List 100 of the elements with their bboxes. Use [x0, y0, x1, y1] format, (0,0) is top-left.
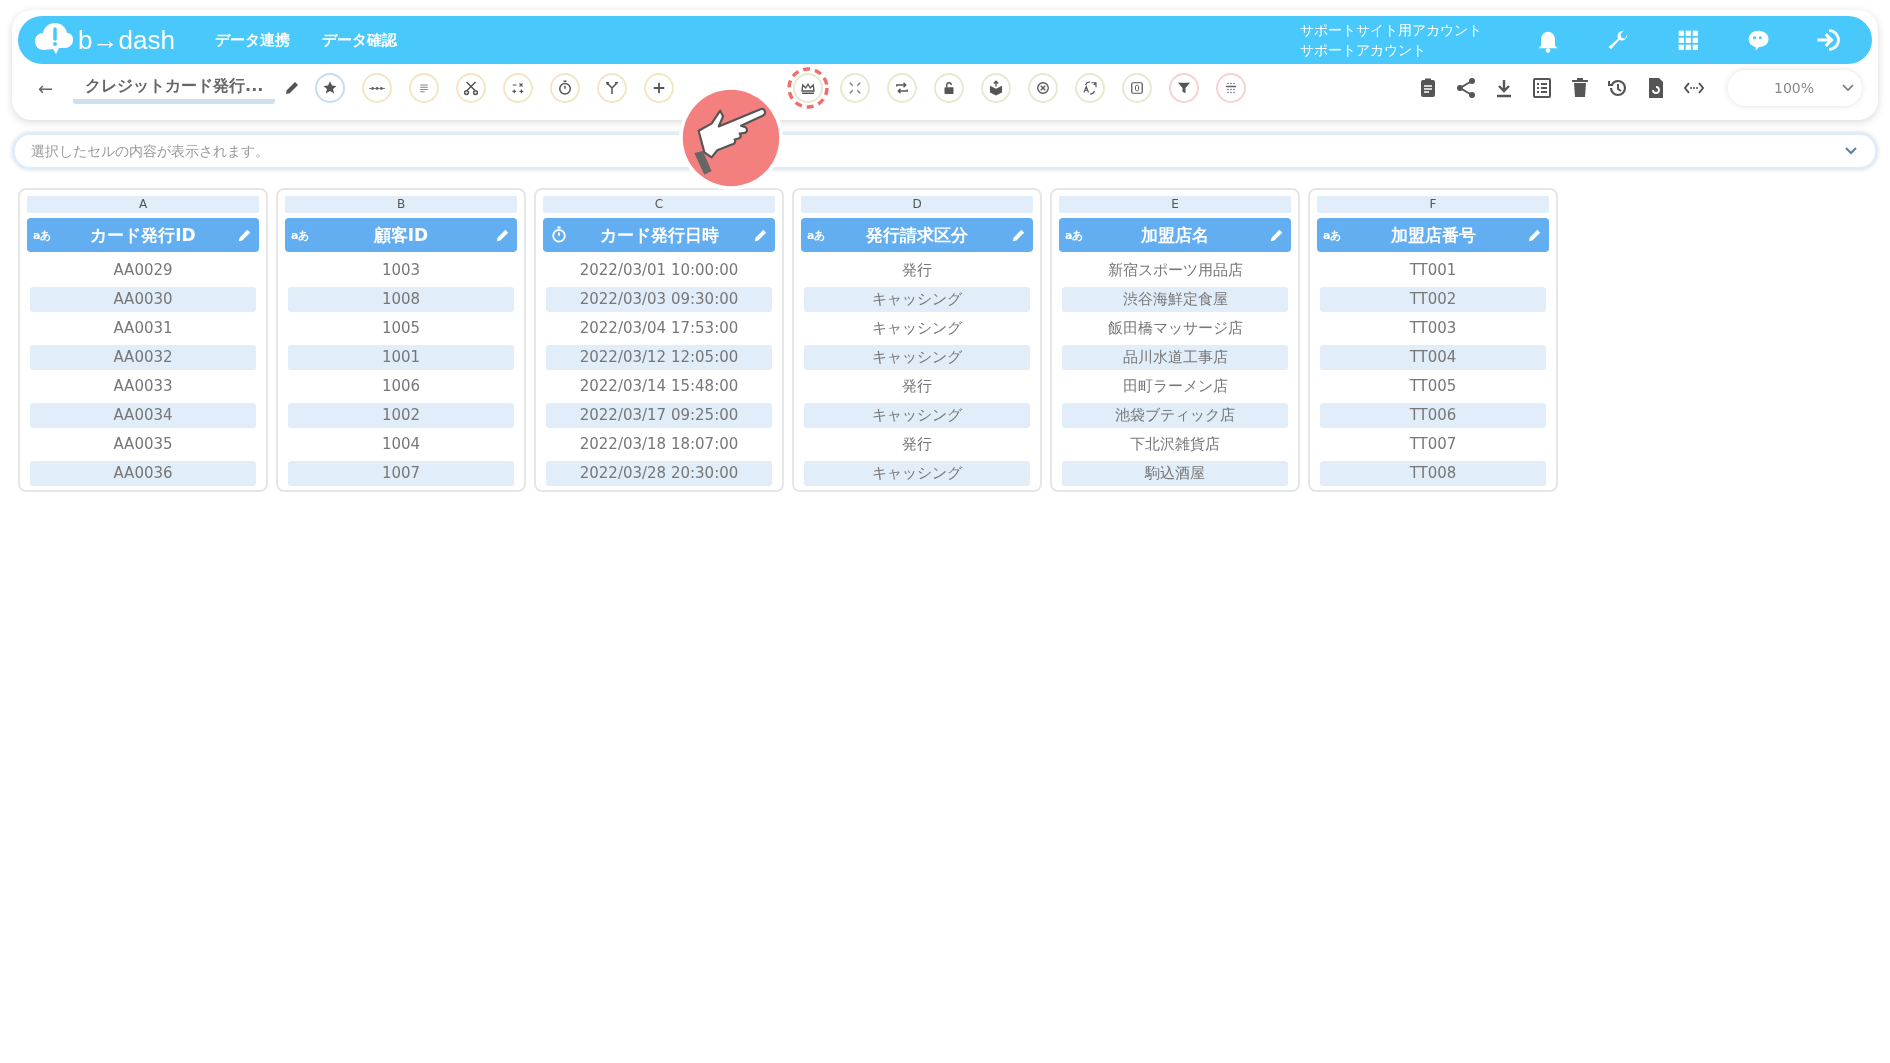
table-cell-text: 田町ラーメン店	[1121, 376, 1229, 397]
tool-button[interactable]	[315, 73, 346, 103]
table-cell-text: 1006	[380, 376, 422, 397]
table-cell: AA0036	[30, 461, 256, 486]
column-header[interactable]: aあ 加盟店番号	[1317, 218, 1549, 252]
tool-button[interactable]	[597, 73, 628, 103]
table-cell-text: 発行	[901, 434, 933, 455]
chevron-down-icon	[1842, 84, 1854, 92]
table-cell-text: 新宿スポーツ用品店	[1106, 260, 1244, 281]
table-cell-text: 1004	[380, 434, 422, 455]
column-header[interactable]: aあ 顧客ID	[285, 218, 517, 252]
table-cell: TT006	[1320, 403, 1546, 428]
table-cell: キャッシング	[804, 461, 1030, 486]
tool-button[interactable]	[1075, 73, 1106, 103]
cell-content-field[interactable]: 選択したセルの内容が表示されます。	[29, 142, 1845, 160]
table-cell-text: 1005	[380, 318, 422, 339]
table-cell: 駒込酒屋	[1062, 461, 1288, 486]
table-cell: キャッシング	[804, 345, 1030, 370]
tool-button[interactable]	[456, 73, 487, 103]
table-cell: 2022/03/28 20:30:00	[546, 461, 772, 486]
column-header[interactable]: aあ カード発行ID	[27, 218, 259, 252]
column-name: カード発行ID	[90, 223, 196, 247]
table-cell-text: 2022/03/01 10:00:00	[578, 260, 740, 281]
tool-button[interactable]	[1169, 73, 1200, 103]
dots-icon	[368, 84, 387, 92]
tool-button[interactable]	[362, 73, 393, 103]
table-cell-text: キャッシング	[871, 318, 963, 339]
column-name: カード発行日時	[599, 223, 719, 247]
account-name: サポートアカウント	[1300, 41, 1427, 60]
column-name: 顧客ID	[373, 223, 429, 247]
nav-link[interactable]: データ確認	[321, 30, 397, 50]
table-cell: AA0034	[30, 403, 256, 428]
table-cell: 渋谷海鮮定食屋	[1062, 287, 1288, 312]
tool-button[interactable]	[981, 73, 1012, 103]
column-letter[interactable]: F	[1317, 196, 1549, 213]
table-cell-text: 下北沢雑貨店	[1129, 434, 1221, 455]
type-label: aあ	[33, 227, 52, 243]
table-cell: 品川水道工事店	[1062, 345, 1288, 370]
table-cell-text: AA0035	[112, 434, 174, 455]
column-letter[interactable]: A	[27, 196, 259, 213]
nav-link[interactable]: データ連携	[214, 30, 290, 50]
table-cell: 1008	[288, 287, 514, 312]
logo-text[interactable]: b→dash	[78, 24, 175, 56]
stopwatch-icon	[549, 225, 569, 245]
tool-button[interactable]	[793, 73, 824, 103]
table-cell-text: 2022/03/18 18:07:00	[578, 434, 740, 455]
table-cell: TT008	[1320, 461, 1546, 486]
tool-button[interactable]	[1122, 73, 1153, 103]
tool-button[interactable]	[644, 73, 675, 103]
column-name: 加盟店名	[1141, 223, 1209, 247]
table-cell: AA0032	[30, 345, 256, 370]
account-name: サポートサイト用アカウント	[1300, 21, 1482, 40]
table-cell-text: AA0031	[112, 318, 174, 339]
table-cell: キャッシング	[804, 403, 1030, 428]
cell-content-bar[interactable]: 選択したセルの内容が表示されます。	[12, 132, 1878, 170]
table-cell-text: TT005	[1408, 376, 1458, 397]
table-cell: 1002	[288, 403, 514, 428]
type-label: aあ	[807, 227, 826, 243]
type-label: aあ	[1323, 227, 1342, 243]
table-cell-text: TT003	[1408, 318, 1458, 339]
tool-button[interactable]	[887, 73, 918, 103]
table-cell: TT002	[1320, 287, 1546, 312]
zoom-select[interactable]: 100%	[1727, 70, 1862, 106]
column-letter[interactable]: E	[1059, 196, 1291, 213]
table-cell: 1001	[288, 345, 514, 370]
table-cell: TT004	[1320, 345, 1546, 370]
type-label: aあ	[291, 227, 310, 243]
translate-icon	[1081, 79, 1100, 97]
table-cell-text: TT007	[1408, 434, 1458, 455]
table-cell-text: TT001	[1408, 260, 1458, 281]
column-header[interactable]: aあ 発行請求区分	[801, 218, 1033, 252]
table-cell: 2022/03/03 09:30:00	[546, 287, 772, 312]
table-cell-text: AA0033	[112, 376, 174, 397]
column-letter[interactable]: C	[543, 196, 775, 213]
column-letter[interactable]: B	[285, 196, 517, 213]
column-name: 加盟店番号	[1390, 223, 1476, 247]
column-header[interactable]: カード発行日時	[543, 218, 775, 252]
table-cell: キャッシング	[804, 287, 1030, 312]
highlight-ring	[786, 66, 831, 110]
table-cell: 1007	[288, 461, 514, 486]
column-header[interactable]: aあ 加盟店名	[1059, 218, 1291, 252]
tool-button[interactable]	[550, 73, 581, 103]
table-cell-text: 2022/03/14 15:48:00	[578, 376, 740, 397]
table-cell: 池袋ブティック店	[1062, 403, 1288, 428]
table-cell-text: 発行	[901, 376, 933, 397]
table-cell-text: AA0029	[112, 260, 174, 281]
sheet-title[interactable]: クレジットカード発行...	[73, 76, 276, 104]
table-cell: AA0030	[30, 287, 256, 312]
back-button[interactable]: ←	[38, 77, 54, 99]
tool-button[interactable]	[934, 73, 965, 103]
chevron-down-icon[interactable]	[1845, 147, 1857, 155]
tool-button[interactable]	[1028, 73, 1059, 103]
type-label: aあ	[1065, 227, 1084, 243]
table-cell-text: 発行	[901, 260, 933, 281]
table-cell: 2022/03/12 12:05:00	[546, 345, 772, 370]
column-letter[interactable]: D	[801, 196, 1033, 213]
table-cell-text: 飯田橋マッサージ店	[1106, 318, 1244, 339]
table-cell-text: 1003	[380, 260, 422, 281]
table-cell: 2022/03/17 09:25:00	[546, 403, 772, 428]
scissors-icon	[462, 79, 481, 97]
